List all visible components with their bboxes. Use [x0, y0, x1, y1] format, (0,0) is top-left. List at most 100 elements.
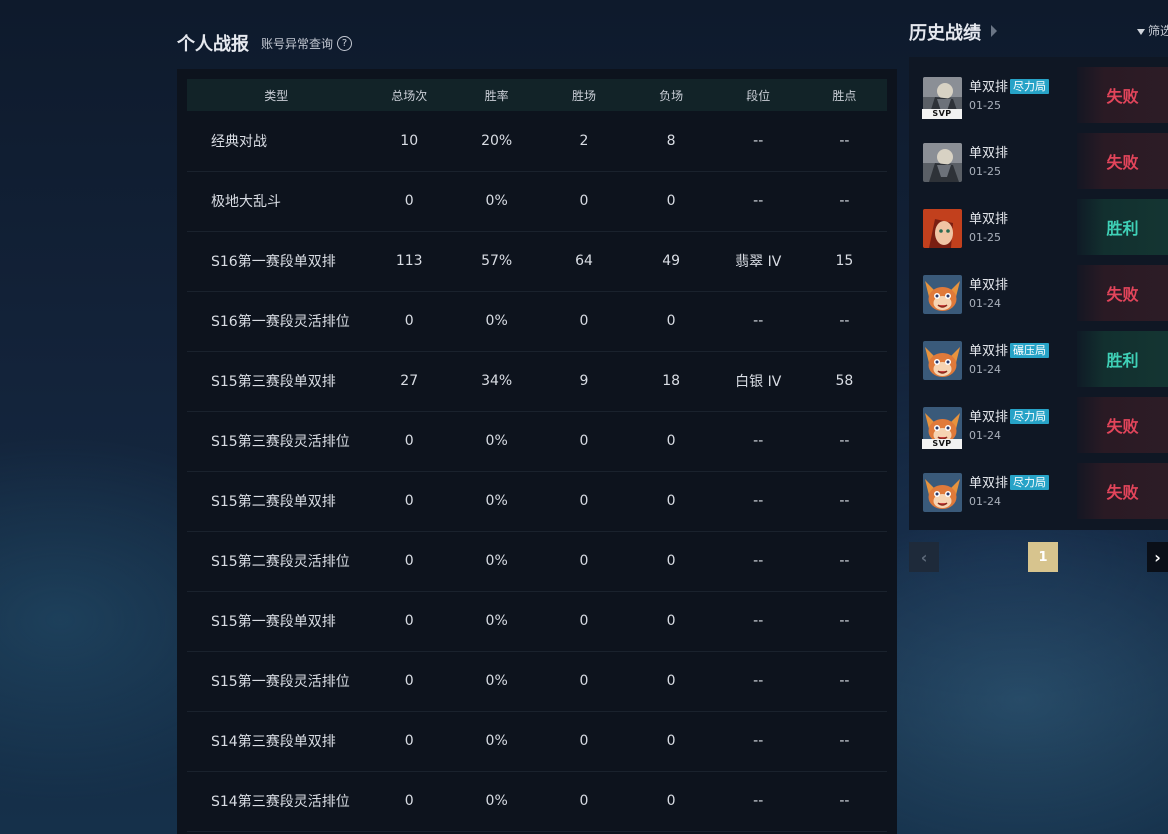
cell-losses: 0: [666, 193, 676, 209]
cell-wins: 0: [579, 793, 589, 809]
cell-type: 极地大乱斗: [211, 194, 281, 210]
cell-wins: 0: [579, 613, 589, 629]
cell-total: 0: [404, 733, 414, 749]
champion-avatar-icon: [923, 143, 962, 182]
match-result: 失败: [1077, 133, 1168, 189]
cell-losses: 49: [662, 253, 681, 269]
table-row: S15第二赛段灵活排位 0 0% 0 0 -- --: [187, 531, 887, 591]
cell-rank: --: [753, 193, 764, 209]
cell-losses: 0: [666, 733, 676, 749]
cell-lp: 15: [835, 253, 854, 269]
prev-page-button[interactable]: ‹: [909, 542, 939, 572]
cell-winrate: 0%: [485, 193, 508, 209]
match-item[interactable]: SVP 单双排 尽力局 01-25 失败: [909, 67, 1168, 125]
match-item[interactable]: 单双排 01-25 失败: [909, 133, 1168, 191]
cell-total: 0: [404, 553, 414, 569]
cell-lp: --: [839, 132, 850, 149]
col-lp: 胜点: [832, 88, 857, 103]
cell-losses: 0: [666, 493, 676, 509]
next-page-button[interactable]: ›: [1147, 542, 1168, 572]
match-mode-label: 单双排: [969, 212, 1009, 227]
match-date: 01-24: [969, 297, 1001, 310]
cell-type: S15第二赛段灵活排位: [211, 554, 350, 570]
cell-type: S15第三赛段单双排: [211, 374, 336, 390]
table-row: S16第一赛段单双排 113 57% 64 49 翡翠 IV 15: [187, 231, 887, 291]
cell-rank: --: [753, 733, 764, 749]
match-date: 01-24: [969, 429, 1001, 442]
match-mode: 单双排: [969, 208, 1008, 227]
history-title[interactable]: 历史战绩: [909, 19, 981, 45]
table-row: S15第一赛段灵活排位 0 0% 0 0 -- --: [187, 651, 887, 711]
cell-type: 经典对战: [211, 133, 267, 150]
cell-losses: 0: [666, 553, 676, 569]
table-row: 极地大乱斗 0 0% 0 0 -- --: [187, 171, 887, 231]
cell-rank: 翡翠 IV: [735, 254, 782, 270]
cell-type: S15第一赛段灵活排位: [211, 674, 350, 690]
cell-wins: 9: [579, 373, 589, 389]
cell-lp: --: [839, 493, 850, 509]
col-losses: 负场: [659, 88, 684, 103]
cell-rank: --: [753, 493, 764, 509]
cell-winrate: 57%: [481, 253, 513, 269]
match-tag-badge: 尽力局: [1010, 475, 1050, 490]
match-mode-label: 单双排: [969, 80, 1009, 95]
cell-winrate: 0%: [485, 493, 508, 509]
abnormal-query-link[interactable]: 账号异常查询: [261, 35, 333, 52]
match-item[interactable]: 单双排 01-25 胜利: [909, 199, 1168, 257]
cell-rank: --: [753, 793, 764, 809]
champion-avatar-icon: [923, 209, 962, 248]
cell-total: 27: [400, 373, 419, 389]
match-mode-label: 单双排: [969, 146, 1009, 161]
col-type: 类型: [264, 88, 289, 103]
cell-winrate: 0%: [485, 673, 508, 689]
cell-winrate: 0%: [485, 433, 508, 449]
cell-winrate: 20%: [481, 132, 513, 149]
cell-rank: 白银 IV: [735, 374, 782, 390]
history-expand-icon[interactable]: [991, 25, 997, 37]
cell-type: S15第一赛段单双排: [211, 614, 336, 630]
cell-type: S16第一赛段灵活排位: [211, 314, 350, 330]
cell-wins: 64: [575, 253, 593, 269]
cell-type: S15第二赛段单双排: [211, 494, 336, 510]
cell-lp: --: [839, 553, 850, 569]
match-tag-badge: 尽力局: [1010, 409, 1050, 424]
stats-table: 类型 总场次 胜率 胜场 负场 段位 胜点 经典对战 10 20% 2 8 -- -- 极地大…: [187, 79, 887, 832]
cell-losses: 0: [666, 793, 676, 809]
cell-total: 113: [395, 253, 423, 269]
cell-rank: --: [753, 132, 764, 149]
cell-wins: 0: [579, 553, 589, 569]
match-item[interactable]: SVP 单双排 尽力局 01-24 失败: [909, 397, 1168, 455]
cell-losses: 18: [662, 373, 681, 389]
stats-table-panel: 类型 总场次 胜率 胜场 负场 段位 胜点 经典对战 10 20% 2 8 -- -- 极地大…: [177, 69, 897, 834]
match-date: 01-24: [969, 363, 1001, 376]
cell-winrate: 0%: [485, 613, 508, 629]
cell-wins: 0: [579, 433, 589, 449]
cell-lp: --: [839, 673, 850, 689]
table-row: S15第二赛段单双排 0 0% 0 0 -- --: [187, 471, 887, 531]
match-mode-label: 单双排: [969, 344, 1009, 359]
table-row: S15第三赛段灵活排位 0 0% 0 0 -- --: [187, 411, 887, 471]
cell-total: 0: [404, 313, 414, 329]
filter-button[interactable]: 筛选: [1137, 22, 1168, 39]
cell-lp: --: [839, 193, 850, 209]
match-mode: 单双排: [969, 142, 1008, 161]
match-mode-label: 单双排: [969, 476, 1009, 491]
cell-lp: --: [839, 793, 850, 809]
match-date: 01-24: [969, 495, 1001, 508]
page-number-button[interactable]: 1: [1028, 542, 1058, 572]
match-item[interactable]: 单双排 01-24 失败: [909, 265, 1168, 323]
cell-lp: --: [839, 613, 850, 629]
match-mode: 单双排 尽力局: [969, 76, 1050, 95]
champion-avatar-icon: [923, 341, 962, 380]
cell-wins: 0: [579, 313, 589, 329]
match-item[interactable]: 单双排 碾压局 01-24 胜利: [909, 331, 1168, 389]
match-mode: 单双排 尽力局: [969, 472, 1050, 491]
page-title: 个人战报: [177, 34, 249, 55]
cell-wins: 0: [579, 673, 589, 689]
match-item[interactable]: 单双排 尽力局 01-24 失败: [909, 463, 1168, 521]
table-row: S15第三赛段单双排 27 34% 9 18 白银 IV 58: [187, 351, 887, 411]
cell-total: 0: [404, 613, 414, 629]
help-icon[interactable]: ?: [337, 35, 353, 51]
cell-lp: 58: [835, 373, 854, 389]
match-date: 01-25: [969, 165, 1001, 178]
